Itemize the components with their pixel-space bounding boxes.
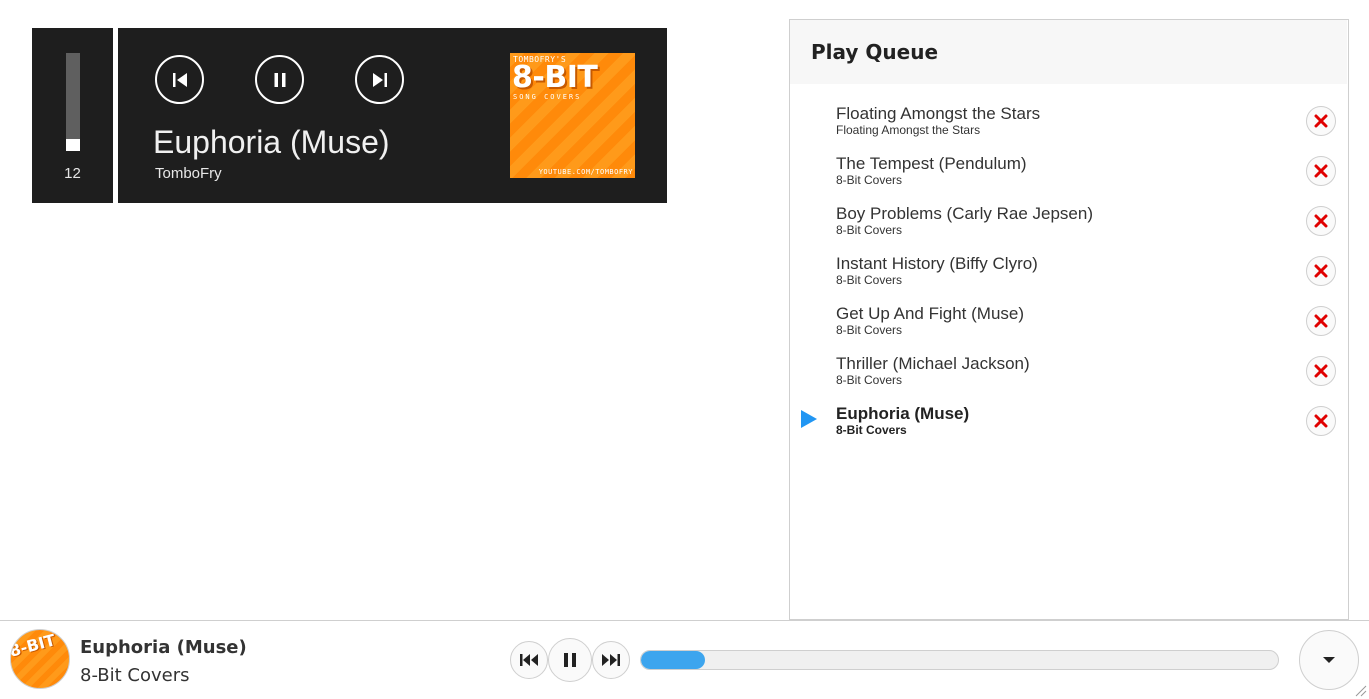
volume-panel: 12: [32, 28, 113, 203]
queue-item-subtitle: 8-Bit Covers: [836, 273, 903, 287]
play-queue-title: Play Queue: [811, 40, 939, 64]
play-queue-header: Play Queue: [790, 20, 1347, 84]
queue-item-title: Get Up And Fight (Muse): [836, 304, 1025, 323]
now-playing-artist: TomboFry: [155, 165, 222, 182]
album-art: TOMBOFRY'S 8-BIT SONG COVERS YOUTUBE.COM…: [510, 53, 635, 178]
queue-item[interactable]: Get Up And Fight (Muse) 8-Bit Covers: [790, 302, 1347, 352]
queue-item-title: Floating Amongst the Stars: [836, 104, 1041, 123]
resize-grip-icon[interactable]: [1353, 683, 1367, 697]
track-avatar: 8-BIT: [10, 629, 70, 689]
queue-item-subtitle: 8-Bit Covers: [836, 173, 903, 187]
close-icon: [1314, 414, 1328, 428]
volume-slider-fill: [66, 139, 80, 151]
bottom-track-subtitle: 8-Bit Covers: [80, 665, 190, 686]
queue-item-remove-button[interactable]: [1306, 306, 1336, 336]
queue-item-title: Euphoria (Muse): [836, 404, 970, 423]
expand-menu-button[interactable]: [1299, 630, 1359, 690]
queue-item[interactable]: The Tempest (Pendulum) 8-Bit Covers: [790, 152, 1347, 202]
volume-value: 12: [64, 165, 81, 182]
queue-item-subtitle: 8-Bit Covers: [836, 373, 903, 387]
queue-item-title: Thriller (Michael Jackson): [836, 354, 1030, 373]
queue-item-remove-button[interactable]: [1306, 406, 1336, 436]
queue-item[interactable]: Boy Problems (Carly Rae Jepsen) 8-Bit Co…: [790, 202, 1347, 252]
queue-item-title: Instant History (Biffy Clyro): [836, 254, 1038, 273]
bottom-previous-button[interactable]: [510, 641, 548, 679]
queue-item-subtitle: 8-Bit Covers: [836, 423, 907, 437]
now-playing-panel: Euphoria (Muse) TomboFry TOMBOFRY'S 8-BI…: [118, 28, 667, 203]
skip-back-icon: [520, 654, 538, 666]
album-art-subtitle: SONG COVERS: [513, 93, 582, 101]
queue-item[interactable]: Thriller (Michael Jackson) 8-Bit Covers: [790, 352, 1347, 402]
close-icon: [1314, 114, 1328, 128]
pause-icon: [274, 72, 285, 87]
close-icon: [1314, 214, 1328, 228]
queue-item[interactable]: Instant History (Biffy Clyro) 8-Bit Cove…: [790, 252, 1347, 302]
chevron-down-icon: [1323, 657, 1335, 663]
queue-item[interactable]: Floating Amongst the Stars Floating Amon…: [790, 102, 1347, 152]
bottom-track-title: Euphoria (Muse): [80, 637, 247, 658]
track-avatar-text: 8-BIT: [10, 630, 58, 661]
now-playing-title: Euphoria (Muse): [153, 124, 390, 160]
queue-item-subtitle: Floating Amongst the Stars: [836, 123, 981, 137]
album-art-footer: YOUTUBE.COM/TOMBOFRY: [538, 168, 633, 176]
volume-slider[interactable]: [66, 53, 80, 151]
skip-forward-icon: [602, 654, 620, 666]
pause-button[interactable]: [255, 55, 304, 104]
pause-icon: [564, 653, 576, 667]
next-button[interactable]: [355, 55, 404, 104]
queue-item-title: The Tempest (Pendulum): [836, 154, 1027, 173]
next-icon: [372, 72, 387, 87]
queue-item-remove-button[interactable]: [1306, 156, 1336, 186]
previous-icon: [172, 72, 187, 87]
queue-item-remove-button[interactable]: [1306, 356, 1336, 386]
queue-item-active[interactable]: Euphoria (Muse) 8-Bit Covers: [790, 402, 1347, 452]
previous-button[interactable]: [155, 55, 204, 104]
track-progress-fill: [641, 651, 705, 669]
album-art-title: 8-BIT: [512, 60, 598, 95]
queue-item-subtitle: 8-Bit Covers: [836, 223, 903, 237]
now-playing-indicator-icon: [801, 410, 817, 428]
bottom-next-button[interactable]: [592, 641, 630, 679]
queue-item-subtitle: 8-Bit Covers: [836, 323, 903, 337]
queue-item-remove-button[interactable]: [1306, 106, 1336, 136]
queue-item-remove-button[interactable]: [1306, 206, 1336, 236]
track-progress-bar[interactable]: [640, 650, 1279, 670]
close-icon: [1314, 314, 1328, 328]
queue-item-title: Boy Problems (Carly Rae Jepsen): [836, 204, 1093, 223]
close-icon: [1314, 164, 1328, 178]
queue-item-remove-button[interactable]: [1306, 256, 1336, 286]
bottom-player-bar: 8-BIT Euphoria (Muse) 8-Bit Covers: [0, 620, 1369, 699]
bottom-pause-button[interactable]: [548, 638, 592, 682]
close-icon: [1314, 364, 1328, 378]
play-queue-panel: Play Queue Floating Amongst the Stars Fl…: [789, 19, 1349, 620]
close-icon: [1314, 264, 1328, 278]
